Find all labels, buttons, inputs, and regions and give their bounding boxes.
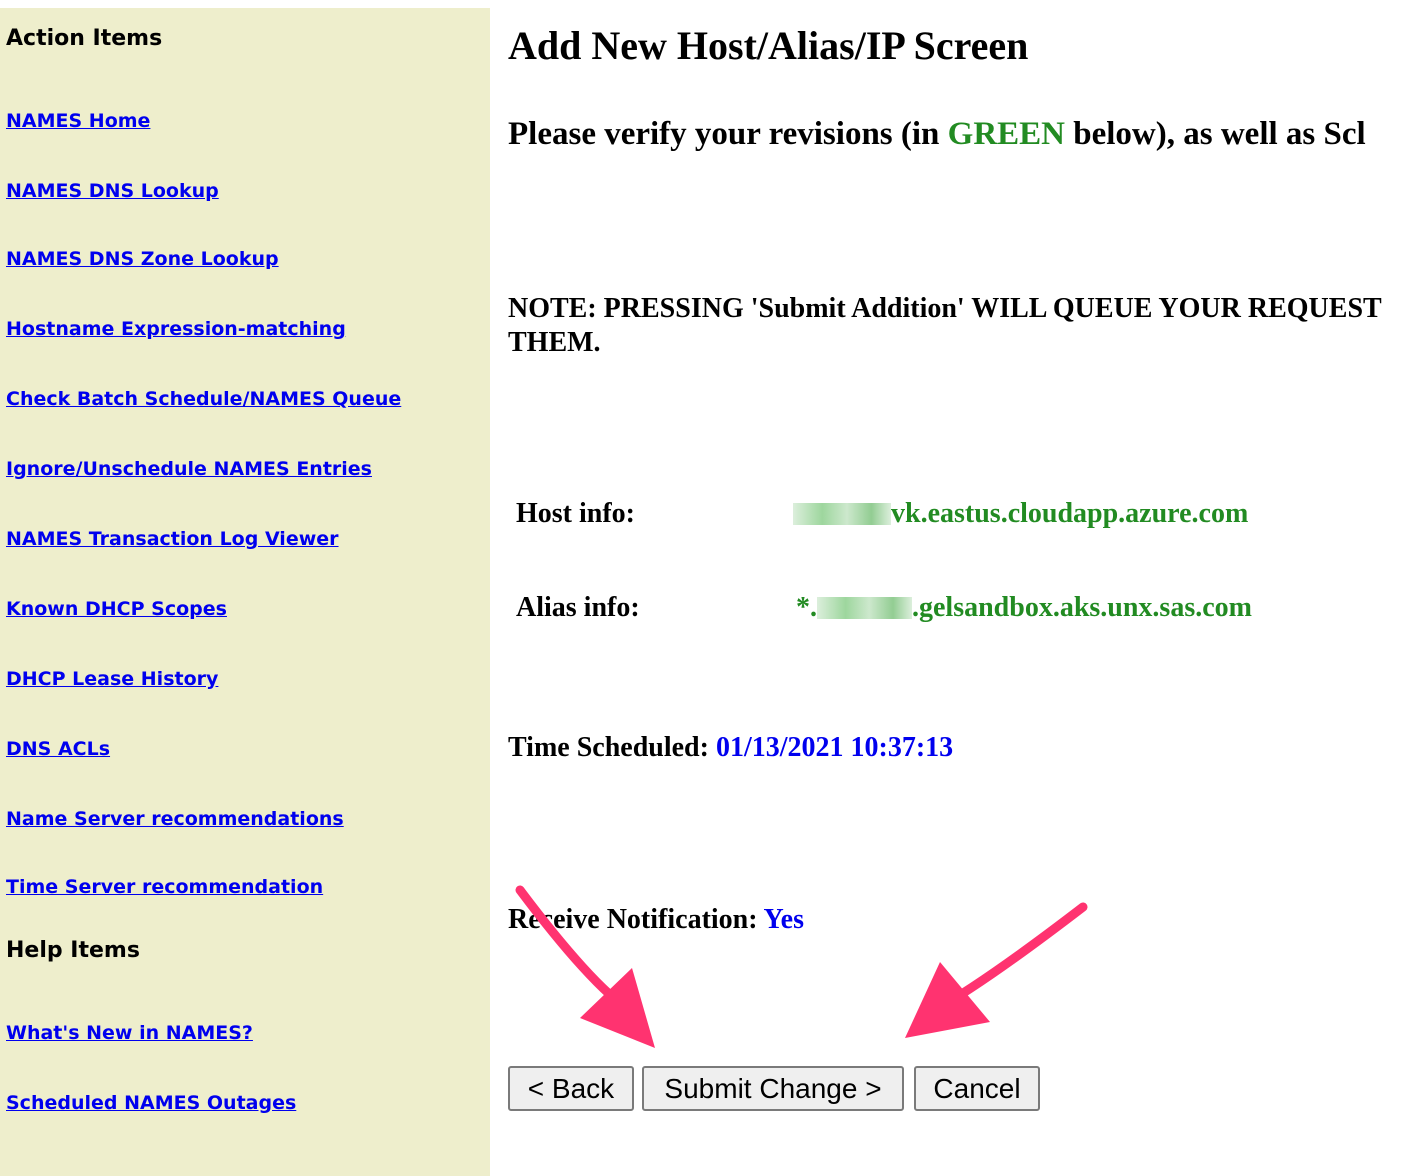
nav-link-whats-new[interactable]: What's New in NAMES? <box>6 1022 253 1044</box>
note-line-2: THEM. <box>508 327 601 358</box>
verify-green-word: GREEN <box>947 116 1066 152</box>
host-info-label: Host info: <box>516 498 635 529</box>
sidebar-nav: Action Items NAMES Home NAMES DNS Lookup… <box>0 8 490 1176</box>
time-scheduled-value: 01/13/2021 10:37:13 <box>715 732 954 763</box>
host-domain-text: vk.eastus.cloudapp.azure.com <box>891 498 1249 529</box>
receive-notification-value: Yes <box>763 904 804 935</box>
nav-link-batch-schedule[interactable]: Check Batch Schedule/NAMES Queue <box>6 388 401 410</box>
nav-link-scheduled-outages[interactable]: Scheduled NAMES Outages <box>6 1092 296 1114</box>
nav-link-time-server-rec[interactable]: Time Server recommendation <box>6 876 323 898</box>
host-info-value: vk.eastus.cloudapp.azure.com <box>793 498 1248 530</box>
time-scheduled-field: Time Scheduled: 01/13/2021 10:37:13 <box>508 732 953 764</box>
nav-link-dns-lookup[interactable]: NAMES DNS Lookup <box>6 180 219 202</box>
redacted-blur <box>793 503 891 525</box>
nav-link-dhcp-lease-history[interactable]: DHCP Lease History <box>6 668 218 690</box>
page-title: Add New Host/Alias/IP Screen <box>508 23 1029 68</box>
nav-link-name-server-recs[interactable]: Name Server recommendations <box>6 808 344 830</box>
action-items-heading: Action Items <box>6 26 163 51</box>
receive-notification-label: Receive Notification: <box>508 904 764 935</box>
alias-domain-text: .gelsandbox.aks.unx.sas.com <box>912 592 1252 623</box>
nav-link-ignore-unschedule[interactable]: Ignore/Unschedule NAMES Entries <box>6 458 372 480</box>
redacted-blur <box>817 597 912 619</box>
alias-info-value: *. .gelsandbox.aks.unx.sas.com <box>796 592 1252 624</box>
time-scheduled-label: Time Scheduled: <box>508 732 716 763</box>
submission-note: NOTE: PRESSING 'Submit Addition' WILL QU… <box>508 292 1418 360</box>
nav-link-dhcp-scopes[interactable]: Known DHCP Scopes <box>6 598 227 620</box>
receive-notification-field: Receive Notification: Yes <box>508 904 804 936</box>
cancel-button[interactable]: Cancel <box>914 1066 1040 1111</box>
nav-link-dns-zone-lookup[interactable]: NAMES DNS Zone Lookup <box>6 248 279 270</box>
help-items-heading: Help Items <box>6 938 140 963</box>
verify-instructions: Please verify your revisions (in GREEN b… <box>508 116 1366 153</box>
nav-link-names-home[interactable]: NAMES Home <box>6 110 150 132</box>
alias-wildcard-prefix: *. <box>796 592 817 623</box>
verify-prefix: Please verify your revisions (in <box>508 116 948 152</box>
nav-link-dns-acls[interactable]: DNS ACLs <box>6 738 110 760</box>
nav-link-transaction-log[interactable]: NAMES Transaction Log Viewer <box>6 528 339 550</box>
submit-change-button[interactable]: Submit Change > <box>642 1066 904 1111</box>
arrow-to-cancel-icon <box>905 902 1088 1038</box>
alias-info-label: Alias info: <box>516 592 640 623</box>
nav-link-hostname-matching[interactable]: Hostname Expression-matching <box>6 318 346 340</box>
verify-suffix: below), as well as Scl <box>1065 116 1366 152</box>
note-line-1: NOTE: PRESSING 'Submit Addition' WILL QU… <box>508 293 1382 324</box>
back-button[interactable]: < Back <box>508 1066 634 1111</box>
